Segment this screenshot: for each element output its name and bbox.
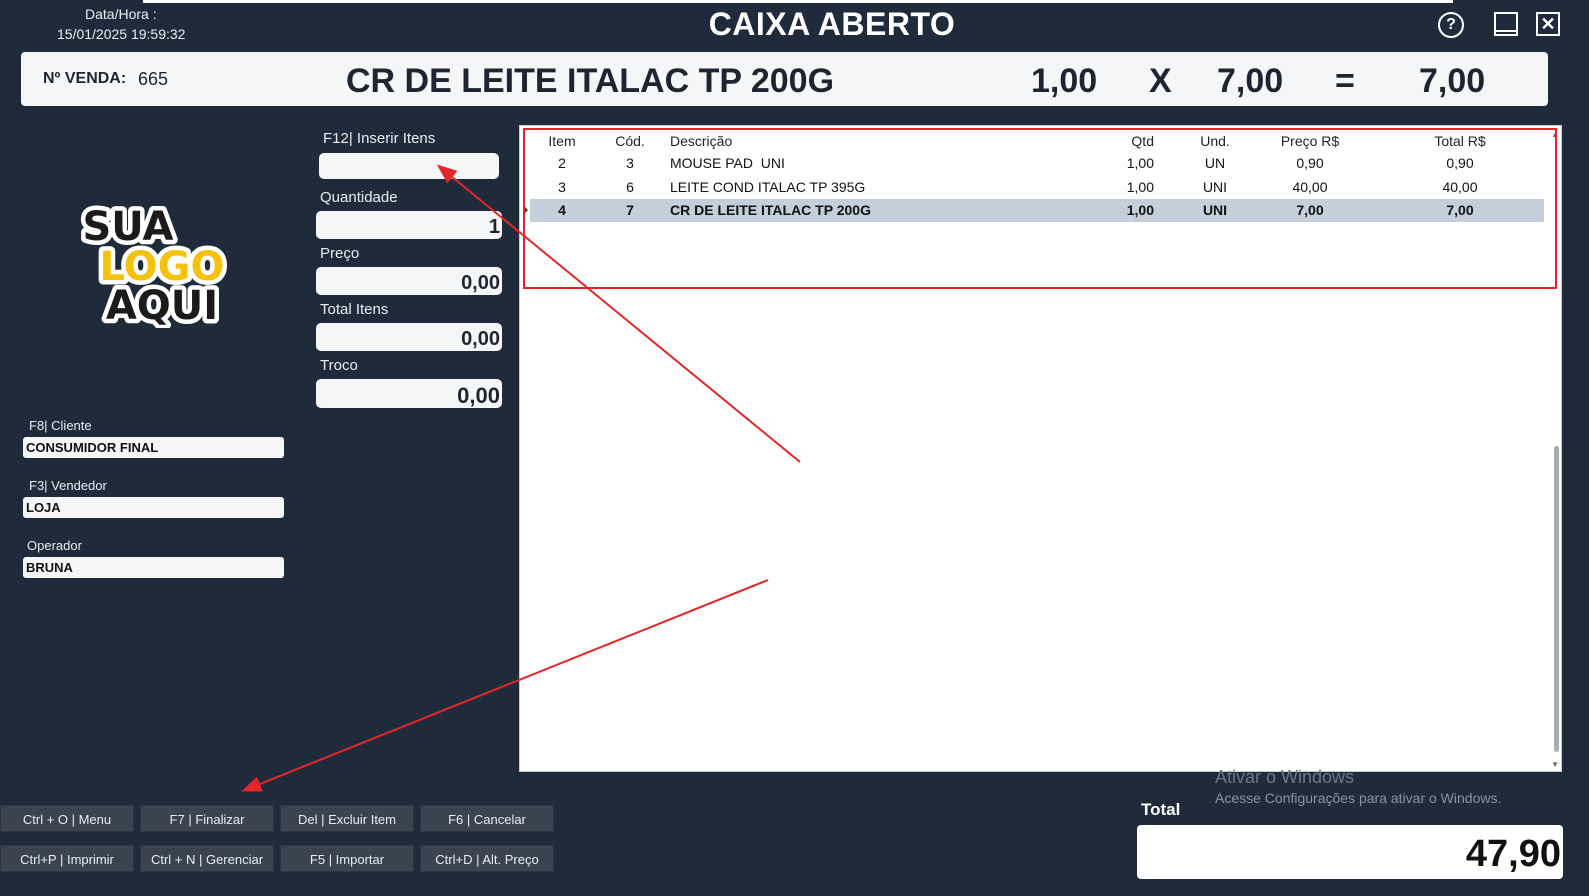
inserir-itens-input[interactable] [319,153,499,179]
equals-sign: = [1335,62,1355,100]
excluir-item-button[interactable]: Del | Excluir Item [280,805,414,832]
page-title: CAIXA ABERTO [708,6,956,42]
quantidade-input[interactable]: 1 [316,211,502,239]
vendedor-label: F3| Vendedor [29,478,107,493]
total-value: 47,90 [1137,825,1563,879]
gerenciar-button[interactable]: Ctrl + N | Gerenciar [140,845,274,872]
preco-input[interactable]: 0,00 [316,267,502,295]
operador-field: BRUNA [23,557,284,578]
troco-label: Troco [320,357,358,374]
cliente-field[interactable]: CONSUMIDOR FINAL [23,437,284,458]
total-label: Total [1141,800,1181,819]
help-glyph: ? [1438,12,1464,38]
current-total: 7,00 [1419,62,1486,100]
quantidade-label: Quantidade [320,189,398,206]
activation-watermark-text: Acesse Configurações para ativar o Windo… [1215,790,1502,806]
troco-value: 0,00 [316,379,502,408]
current-product: CR DE LEITE ITALAC TP 200G [346,62,835,100]
annotation-highlight-box [523,128,1557,289]
close-icon[interactable]: ✕ [1536,12,1562,38]
activation-watermark-title: Ativar o Windows [1215,767,1355,787]
current-item-banner: Nº VENDA: 665 CR DE LEITE ITALAC TP 200G… [21,52,1548,106]
venda-number: 665 [138,69,169,89]
operador-label: Operador [27,538,82,553]
times-sign: X [1149,62,1172,100]
close-glyph: ✕ [1536,12,1560,36]
venda-label: Nº VENDA: [43,70,127,87]
top-border-line [143,0,1453,3]
minimize-icon[interactable] [1494,12,1520,38]
cliente-label: F8| Cliente [29,418,92,433]
vendedor-field[interactable]: LOJA [23,497,284,518]
logo-line-3: AQUI [106,283,218,328]
alt-preco-button[interactable]: Ctrl+D | Alt. Preço [420,845,554,872]
importar-button[interactable]: F5 | Importar [280,845,414,872]
imprimir-button[interactable]: Ctrl+P | Imprimir [0,845,134,872]
current-quantity: 1,00 [1031,62,1098,100]
logo: SUA LOGO AQUI [80,200,229,329]
inserir-itens-label: F12| Inserir Itens [323,130,436,147]
cancelar-button[interactable]: F6 | Cancelar [420,805,554,832]
preco-label: Preço [320,245,360,262]
scrollbar-thumb[interactable] [1554,446,1559,752]
total-itens-label: Total Itens [320,301,389,318]
menu-button[interactable]: Ctrl + O | Menu [0,805,134,832]
current-price: 7,00 [1217,62,1284,100]
help-icon[interactable]: ? [1438,12,1464,38]
finalizar-button[interactable]: F7 | Finalizar [140,805,274,832]
total-itens-value: 0,00 [316,323,502,351]
scroll-down-icon[interactable]: ▼ [1551,760,1559,769]
